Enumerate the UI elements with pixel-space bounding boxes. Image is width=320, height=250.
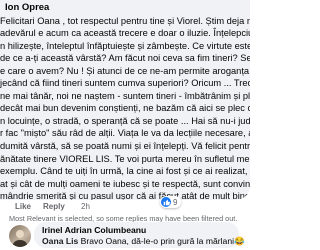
comment-line: ănătate tinere VIOREL LIS. Te voi purta … — [0, 153, 250, 164]
comment-line: Felicitari Oana , tot respectul pentru t… — [0, 15, 250, 26]
comment-line: adevărul e acum ca această trecere e doa… — [0, 28, 250, 39]
reply-bubble: Irinel Adrian Columbeanu Oana Lis Bravo … — [34, 222, 245, 248]
comment-line: dumită vârstă, să se poată numi și ei în… — [0, 140, 250, 151]
reply-text: Oana Lis Bravo Oana, dă-le-o prin gură l… — [42, 236, 245, 247]
thumbs-up-icon — [161, 197, 171, 207]
avatar[interactable] — [9, 225, 31, 247]
comment-line: jecând că fiind tineri suntem cumva supe… — [0, 78, 250, 89]
like-button[interactable]: Like — [15, 202, 31, 211]
comment-line: r fac "mișto" său râd de alții. Viața le… — [0, 128, 250, 139]
comment-line: exemplu. Când te uiți în urmă, la cine a… — [0, 166, 250, 177]
timestamp[interactable]: 2h — [81, 202, 90, 211]
comment-line: de ce a-ți această vârstă? Am făcut noi … — [0, 53, 250, 64]
comment-author[interactable]: Ion Oprea — [0, 0, 250, 15]
reaction-summary[interactable]: 9 — [160, 196, 182, 208]
reply-author[interactable]: Irinel Adrian Columbeanu — [42, 225, 146, 235]
comment-line: e care o avem? Nu ! Și atunci de ce ne-a… — [0, 65, 250, 76]
comment-actions: Like Reply 2h — [0, 201, 250, 213]
comment-line: at și cât de mulți oameni te iubesc și t… — [0, 178, 250, 189]
comment-line: n locuințe, o stradă, o speranță că se p… — [0, 115, 250, 126]
mention-link[interactable]: Oana Lis — [42, 236, 78, 246]
reply-message: Bravo Oana, dă-le-o prin gură la mărlani… — [78, 236, 245, 246]
comment-line: n hilizește, înteleptul înfăptuiește și … — [0, 40, 250, 51]
comment-text: Felicitari Oana , tot respectul pentru t… — [0, 15, 250, 201]
reaction-count: 9 — [173, 197, 178, 207]
comment-line: ne mai tânăr, noi ne naștem - suntem tin… — [0, 90, 250, 101]
comment-line: decât mai bun devenim conștienți, ne baz… — [0, 103, 250, 114]
reply-button[interactable]: Reply — [43, 202, 65, 211]
comment-bubble: Ion Oprea Felicitari Oana , tot respectu… — [0, 0, 250, 200]
comment-line: mândrie smerită și cu pasul ușor că ai f… — [0, 191, 250, 200]
